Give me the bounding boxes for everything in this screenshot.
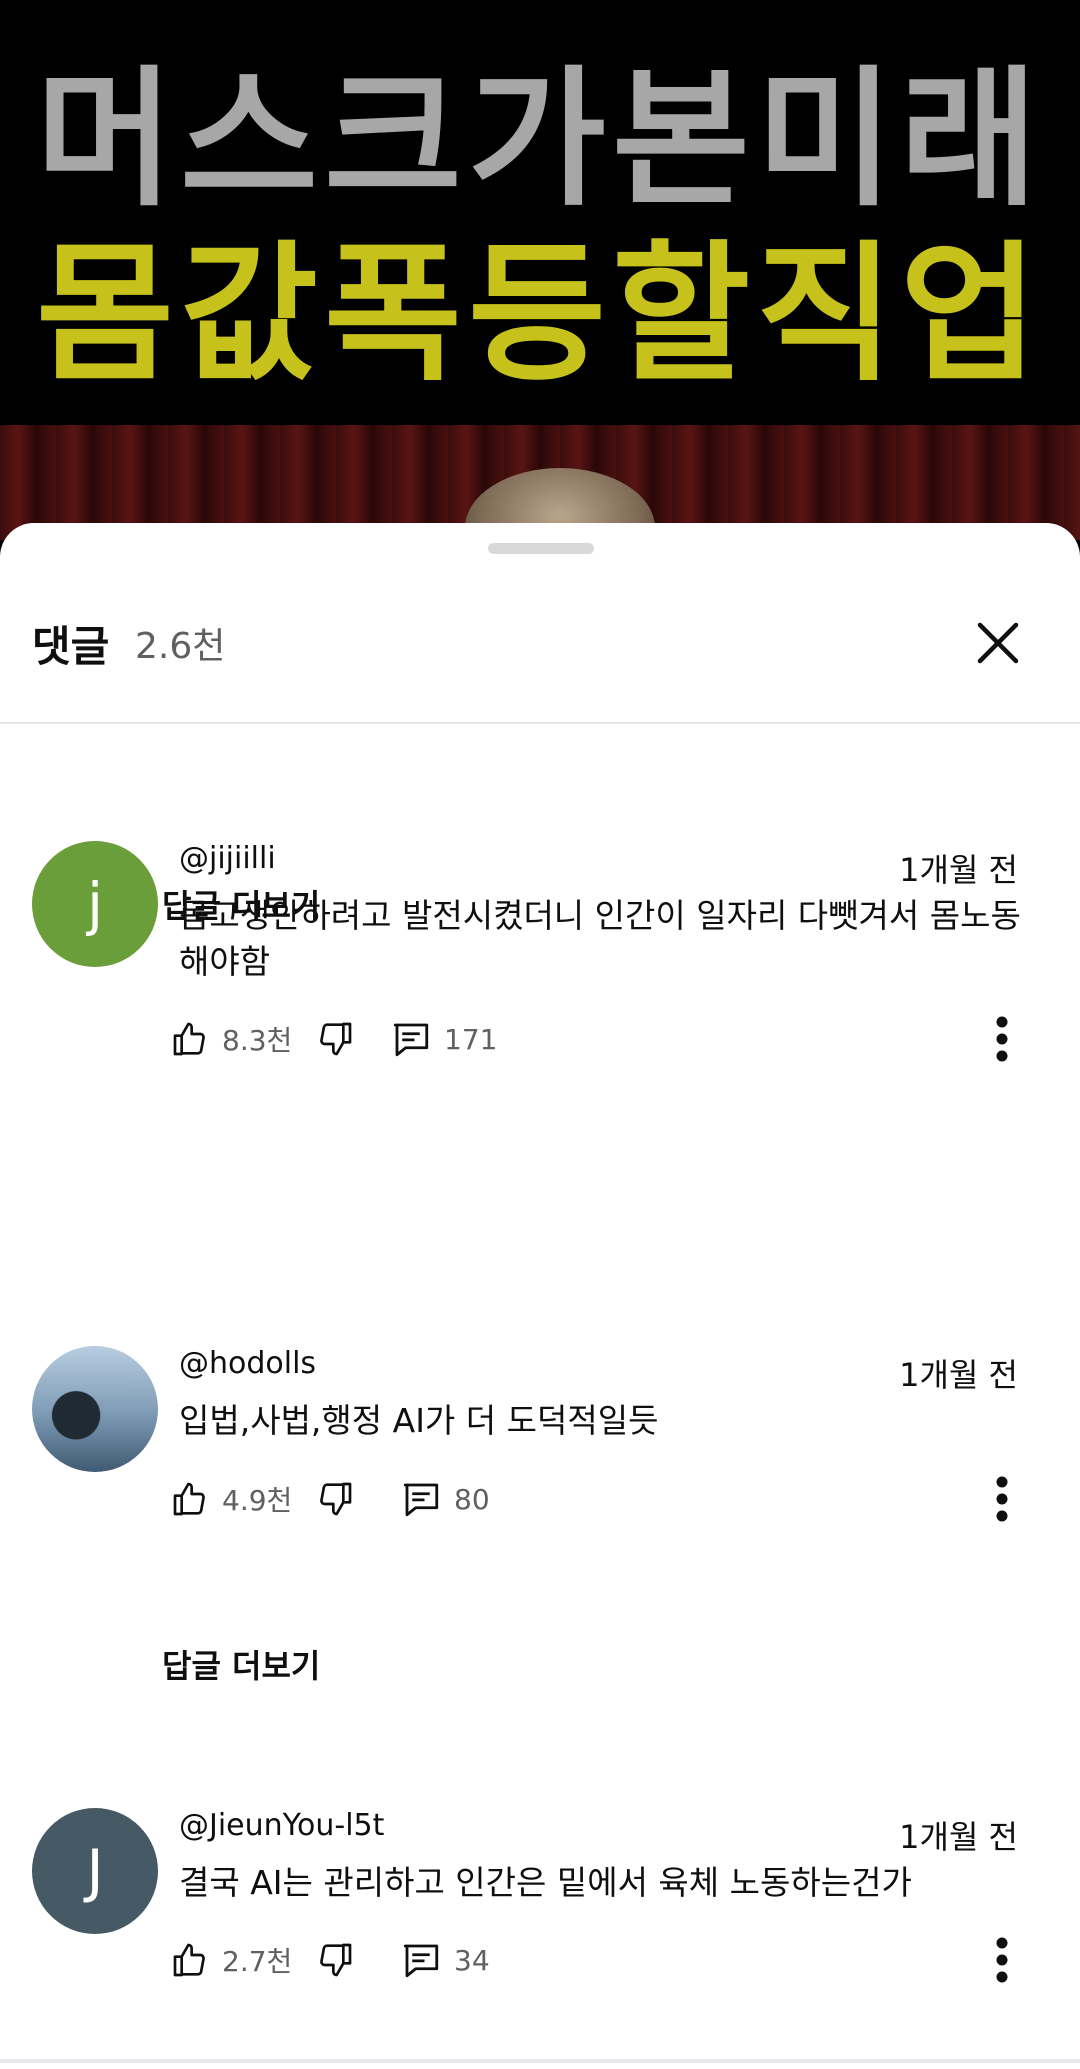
comment-actions: 2.7천 34 xyxy=(170,1932,1030,1988)
reply-icon xyxy=(393,1023,429,1057)
avatar-letter: J xyxy=(86,1837,104,1905)
reply-count: 171 xyxy=(444,1022,498,1056)
reply-icon xyxy=(403,1483,439,1517)
thumbs-up-icon xyxy=(173,1482,205,1516)
close-icon xyxy=(977,622,1019,664)
comment-actions: 4.9천 80 xyxy=(170,1471,1030,1527)
thumbs-up-icon xyxy=(173,1022,205,1056)
comments-count: 2.6천 xyxy=(135,626,226,667)
comment-author[interactable]: @JieunYou-l5t xyxy=(179,1808,384,1843)
thumbs-down-icon xyxy=(320,1943,352,1977)
comments-title: 댓글 xyxy=(32,622,110,671)
more-vert-icon xyxy=(996,1476,1008,1522)
comment-text: 결국 AI는 관리하고 인간은 밑에서 육체 노동하는건가 xyxy=(179,1863,912,1902)
dislike-button[interactable] xyxy=(315,1471,355,1527)
reply-button[interactable]: 80 xyxy=(400,1471,490,1527)
comment-text: 입법,사법,행정 AI가 더 도덕적일듯 xyxy=(179,1401,659,1440)
like-count: 2.7천 xyxy=(222,1945,293,1978)
reply-button[interactable]: 171 xyxy=(390,1011,497,1067)
reply-icon xyxy=(403,1944,439,1978)
video-title-line-1: 머스크가본미래 xyxy=(35,53,1044,227)
more-vert-icon xyxy=(996,1016,1008,1062)
reply-button[interactable]: 34 xyxy=(400,1932,490,1988)
view-more-replies-link[interactable]: 답글 더보기 xyxy=(162,1641,320,1687)
video-title-line-2: 몸값폭등할직업 xyxy=(35,228,1044,402)
more-options-button[interactable] xyxy=(974,1471,1030,1527)
close-button[interactable] xyxy=(968,613,1028,673)
reply-count: 34 xyxy=(454,1943,490,1977)
more-vert-icon xyxy=(996,1937,1008,1983)
video-player[interactable]: 머스크가본미래 몸값폭등할직업 xyxy=(0,0,1080,540)
like-count: 8.3천 xyxy=(222,1024,293,1057)
dislike-button[interactable] xyxy=(315,1011,355,1067)
comment-author[interactable]: @jijiilli xyxy=(179,841,276,876)
comment-author[interactable]: @hodolls xyxy=(179,1346,316,1381)
header-divider xyxy=(0,722,1080,724)
comment-actions: 8.3천 171 xyxy=(170,1011,1030,1067)
comment-time: 1개월 전 xyxy=(899,1818,1018,1856)
bottom-divider xyxy=(0,2059,1080,2063)
thumbs-down-icon xyxy=(320,1022,352,1056)
comments-sheet: 댓글 2.6천 j @jijiilli 1개월 전 몸고생안하려고 발전시켰더니… xyxy=(0,523,1080,2069)
like-button[interactable]: 4.9천 xyxy=(170,1471,292,1527)
avatar[interactable]: J xyxy=(32,1808,158,1934)
comment-time: 1개월 전 xyxy=(899,1356,1018,1394)
more-options-button[interactable] xyxy=(974,1011,1030,1067)
avatar-letter: j xyxy=(86,870,104,938)
reply-count: 80 xyxy=(454,1482,490,1516)
like-button[interactable]: 8.3천 xyxy=(170,1011,292,1067)
thumbs-down-icon xyxy=(320,1482,352,1516)
comment-time: 1개월 전 xyxy=(899,851,1018,889)
thumbs-up-icon xyxy=(173,1943,205,1977)
like-count: 4.9천 xyxy=(222,1484,293,1517)
more-options-button[interactable] xyxy=(974,1932,1030,1988)
dislike-button[interactable] xyxy=(315,1932,355,1988)
drag-handle[interactable] xyxy=(488,543,594,554)
view-more-replies-link[interactable]: 답글 더보기 xyxy=(162,881,320,927)
avatar[interactable] xyxy=(32,1346,158,1472)
avatar[interactable]: j xyxy=(32,841,158,967)
like-button[interactable]: 2.7천 xyxy=(170,1932,292,1988)
